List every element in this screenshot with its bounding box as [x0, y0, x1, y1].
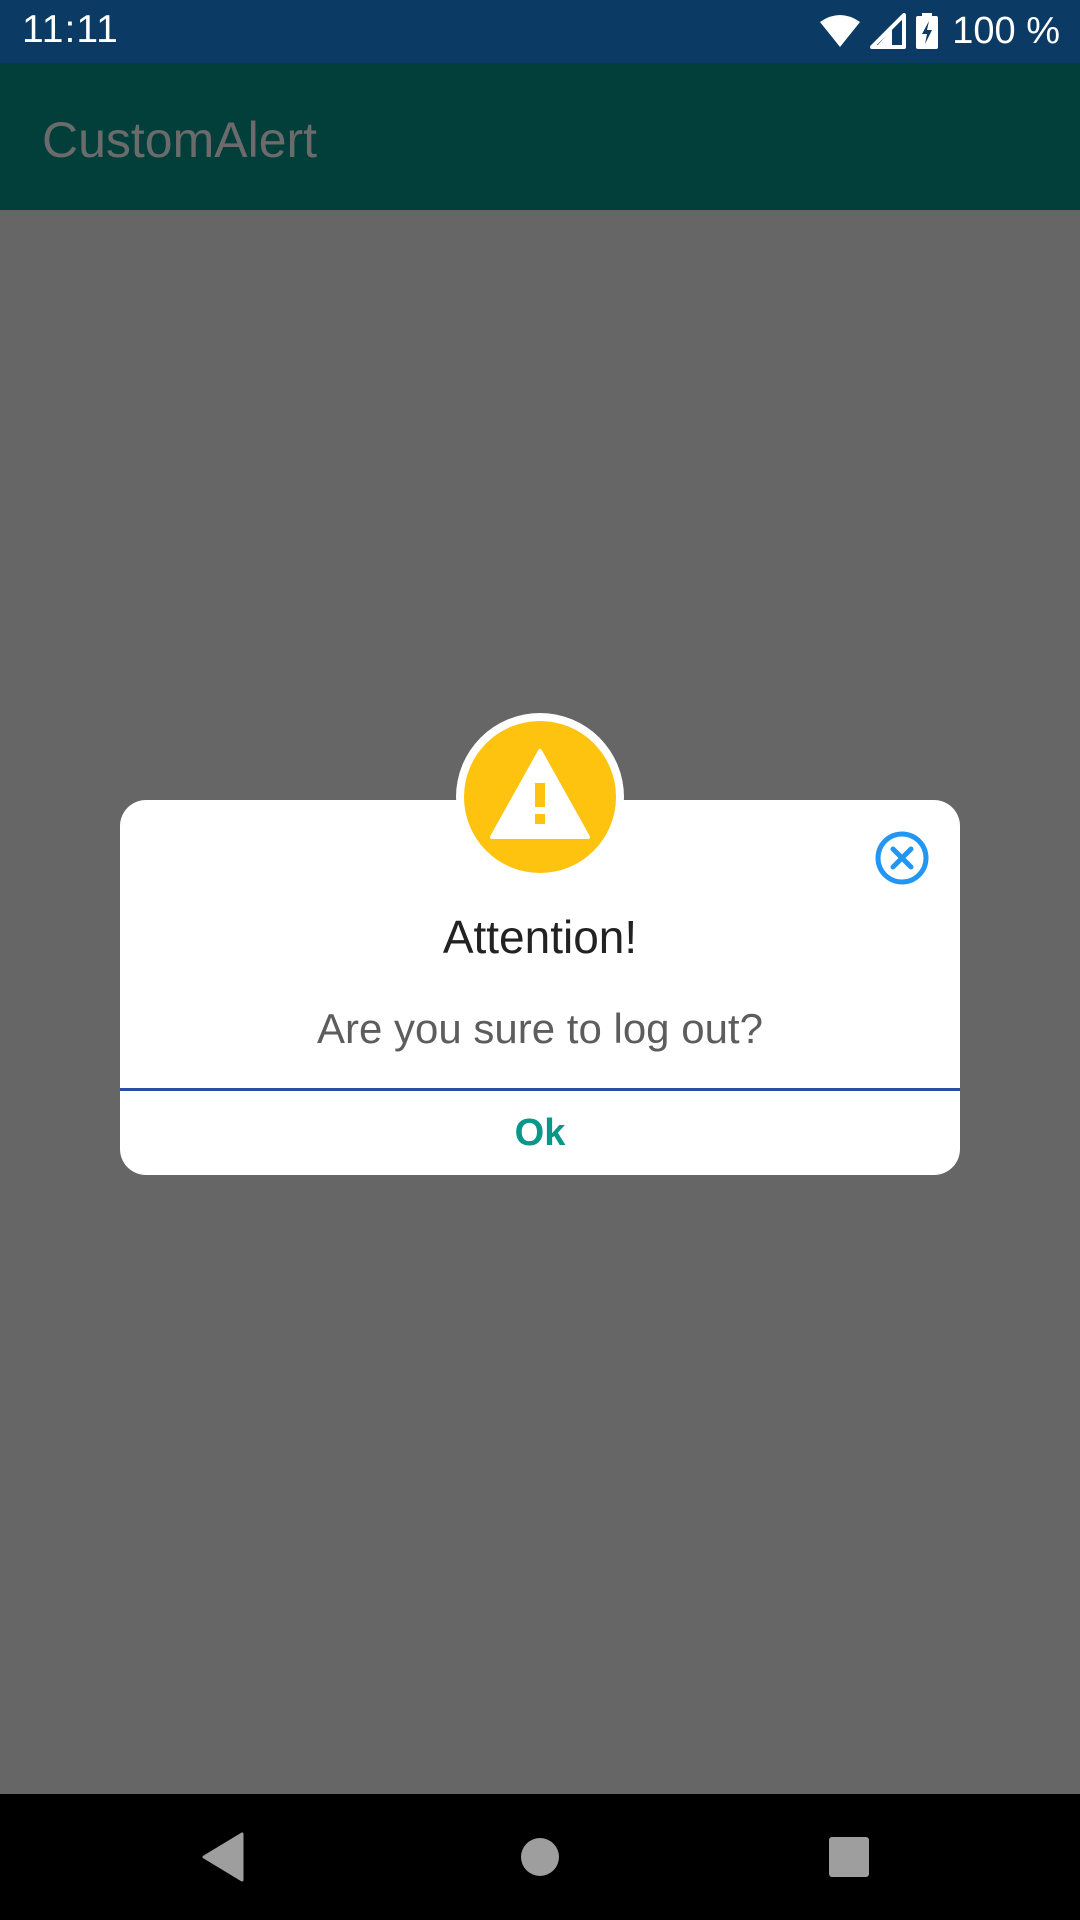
- back-icon[interactable]: [192, 1824, 258, 1890]
- screen: 11:11 100 % CustomAlert Attention! Are y…: [0, 0, 1080, 1920]
- close-icon[interactable]: [874, 830, 930, 886]
- navigation-bar: [0, 1794, 1080, 1920]
- wifi-icon: [820, 14, 861, 48]
- dialog-title: Attention!: [442, 911, 638, 963]
- warning-icon: [464, 721, 616, 873]
- home-icon[interactable]: [507, 1824, 573, 1890]
- battery-charging-icon: [916, 13, 939, 49]
- battery-percentage: 100 %: [952, 9, 1060, 52]
- dialog-message: Are you sure to log out?: [317, 1005, 763, 1052]
- cell-signal-icon: [870, 13, 907, 49]
- status-bar: 11:11 100 %: [0, 0, 1080, 63]
- ok-button[interactable]: Ok: [120, 1091, 960, 1175]
- recents-icon[interactable]: [817, 1824, 883, 1890]
- status-icons: 100 %: [820, 6, 1060, 56]
- status-time: 11:11: [22, 8, 119, 51]
- app-bar: CustomAlert: [0, 63, 1080, 210]
- warning-badge: [456, 713, 624, 881]
- app-title: CustomAlert: [42, 112, 318, 168]
